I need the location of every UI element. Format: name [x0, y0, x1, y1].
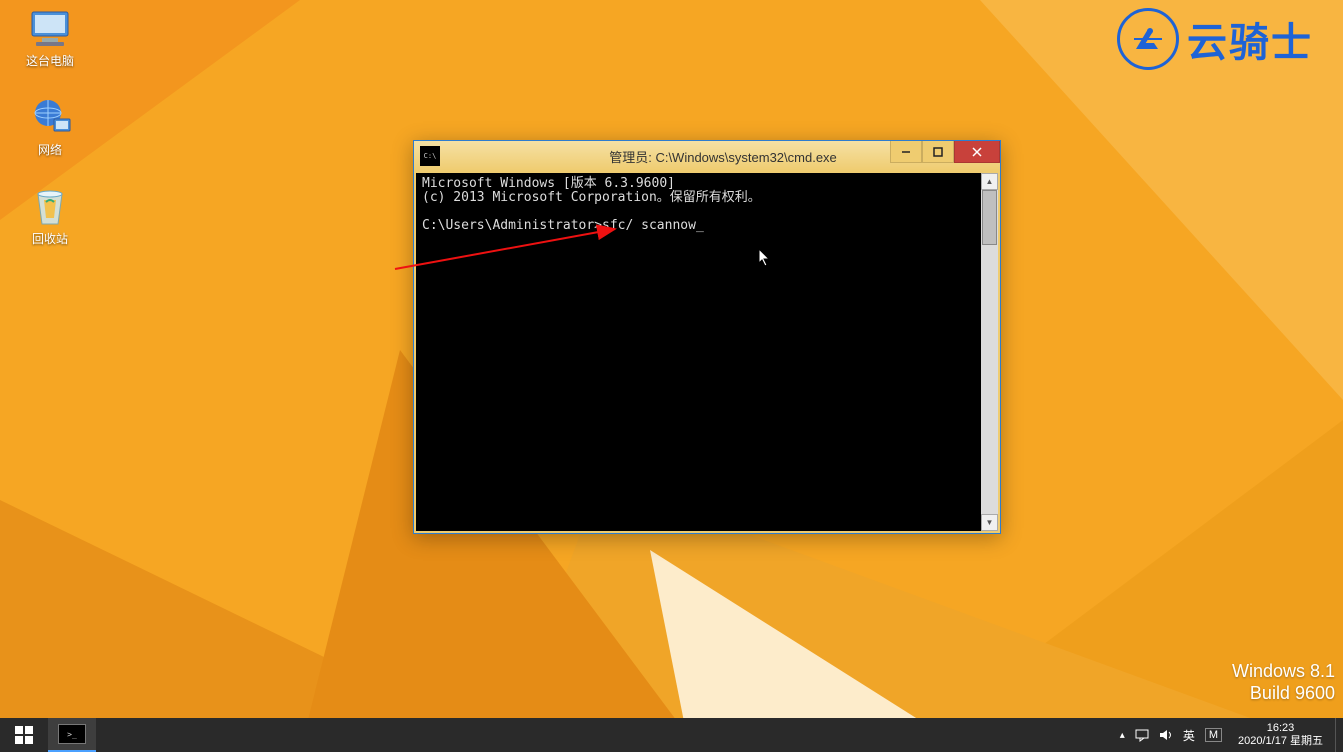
action-center-icon[interactable] [1135, 728, 1149, 742]
scroll-thumb[interactable] [982, 190, 997, 245]
desktop-icon-label: 网络 [38, 141, 62, 158]
scroll-down-button[interactable]: ▼ [981, 514, 998, 531]
cmd-command: sfc/ scannow [602, 218, 696, 233]
watermark-line2: Build 9600 [1232, 682, 1335, 704]
network-icon [26, 97, 74, 139]
brand-text: 云骑士 [1187, 10, 1313, 68]
window-titlebar[interactable]: 管理员: C:\Windows\system32\cmd.exe [414, 141, 1000, 171]
start-button[interactable] [0, 718, 48, 752]
scroll-track[interactable] [981, 190, 998, 514]
computer-icon [26, 8, 74, 50]
cmd-line: (c) 2013 Microsoft Corporation。保留所有权利。 [422, 190, 761, 205]
minimize-button[interactable] [890, 141, 922, 163]
tray-clock[interactable]: 16:23 2020/1/17 星期五 [1232, 720, 1329, 750]
tray-date: 2020/1/17 星期五 [1238, 735, 1323, 748]
window-controls [890, 141, 1000, 163]
cmd-prompt: C:\Users\Administrator> [422, 218, 602, 233]
maximize-button[interactable] [922, 141, 954, 163]
tray-ime[interactable]: M [1205, 728, 1222, 742]
system-tray: ▴ 英 M 16:23 2020/1/17 星期五 [1114, 718, 1335, 752]
cmd-cursor [696, 218, 704, 233]
cmd-line: Microsoft Windows [版本 6.3.9600] [422, 176, 675, 191]
taskbar-item-cmd[interactable] [48, 718, 96, 752]
tray-overflow-icon[interactable]: ▴ [1120, 730, 1125, 741]
cmd-client-area[interactable]: Microsoft Windows [版本 6.3.9600] (c) 2013… [416, 173, 998, 531]
desktop-icon-this-pc[interactable]: 这台电脑 [12, 8, 88, 69]
desktop-icon-label: 这台电脑 [26, 52, 74, 69]
cmd-taskbar-icon [58, 724, 86, 744]
watermark-line1: Windows 8.1 [1232, 660, 1335, 682]
taskbar[interactable]: ▴ 英 M 16:23 2020/1/17 星期五 [0, 718, 1343, 752]
show-desktop-button[interactable] [1335, 718, 1343, 752]
close-button[interactable] [954, 141, 1000, 163]
cmd-app-icon [420, 146, 440, 166]
tray-language[interactable]: 英 [1183, 727, 1195, 744]
desktop-icon-label: 回收站 [32, 230, 68, 247]
tray-time: 16:23 [1238, 722, 1323, 735]
scroll-up-button[interactable]: ▲ [981, 173, 998, 190]
desktop-icon-recycle-bin[interactable]: 回收站 [12, 186, 88, 247]
cmd-output[interactable]: Microsoft Windows [版本 6.3.9600] (c) 2013… [416, 173, 981, 531]
desktop-icons: 这台电脑 网络 回收站 [12, 8, 88, 247]
windows-logo-icon [14, 725, 34, 745]
desktop-icon-network[interactable]: 网络 [12, 97, 88, 158]
windows-watermark: Windows 8.1 Build 9600 [1232, 660, 1335, 704]
brand-logo: 云骑士 [1117, 8, 1313, 70]
volume-icon[interactable] [1159, 728, 1173, 742]
recycle-bin-icon [26, 186, 74, 228]
scrollbar[interactable]: ▲ ▼ [981, 173, 998, 531]
cmd-window[interactable]: 管理员: C:\Windows\system32\cmd.exe Microso… [413, 140, 1001, 534]
brand-emblem-icon [1117, 8, 1179, 70]
